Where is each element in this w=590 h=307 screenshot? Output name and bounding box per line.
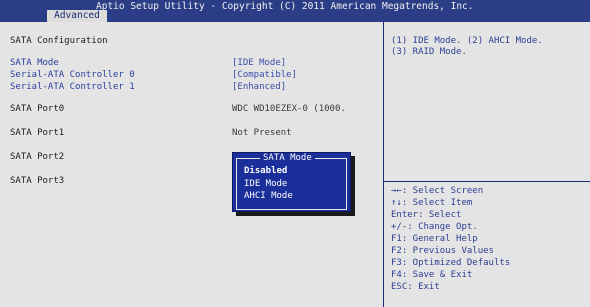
setting-label-controller-0[interactable]: Serial-ATA Controller 0 — [10, 70, 135, 80]
port-label-0: SATA Port0 — [10, 104, 65, 114]
tab-advanced[interactable]: Advanced — [47, 10, 107, 22]
key-help-select-item: ↑↓: Select Item — [391, 198, 473, 208]
port-value-0: WDC WD10EZEX-0 (1000. — [232, 104, 346, 114]
port-value-1: Not Present — [232, 128, 292, 138]
key-help-general-help: F1: General Help — [391, 234, 478, 244]
sata-mode-popup[interactable]: SATA Mode Disabled IDE Mode AHCI Mode — [232, 152, 351, 212]
port-label-3: SATA Port3 — [10, 176, 65, 186]
key-help-save-exit: F4: Save & Exit — [391, 270, 473, 280]
panel-divider-horizontal — [383, 181, 590, 182]
key-help-enter: Enter: Select — [391, 210, 462, 220]
setting-value-sata-mode[interactable]: [IDE Mode] — [232, 58, 286, 68]
setting-label-sata-mode[interactable]: SATA Mode — [10, 58, 59, 68]
panel-divider-vertical — [383, 22, 384, 307]
help-text-line-2: (3) RAID Mode. — [391, 47, 467, 57]
setting-label-controller-1[interactable]: Serial-ATA Controller 1 — [10, 82, 135, 92]
key-help-select-screen: →←: Select Screen — [391, 186, 484, 196]
setting-value-controller-1[interactable]: [Enhanced] — [232, 82, 286, 92]
port-label-1: SATA Port1 — [10, 128, 65, 138]
key-help-change-opt: +/-: Change Opt. — [391, 222, 478, 232]
section-title: SATA Configuration — [10, 36, 108, 46]
popup-option-disabled[interactable]: Disabled — [244, 166, 287, 176]
key-help-previous-values: F2: Previous Values — [391, 246, 494, 256]
help-text-line-1: (1) IDE Mode. (2) AHCI Mode. — [391, 36, 543, 46]
popup-title: SATA Mode — [260, 153, 315, 164]
popup-option-ahci-mode[interactable]: AHCI Mode — [244, 191, 293, 201]
popup-option-ide-mode[interactable]: IDE Mode — [244, 179, 287, 189]
key-help-esc-exit: ESC: Exit — [391, 282, 440, 292]
key-help-optimized-defaults: F3: Optimized Defaults — [391, 258, 511, 268]
app-title: Aptio Setup Utility - Copyright (C) 2011… — [96, 1, 474, 12]
setting-value-controller-0[interactable]: [Compatible] — [232, 70, 297, 80]
port-label-2: SATA Port2 — [10, 152, 65, 162]
popup-frame: SATA Mode Disabled IDE Mode AHCI Mode — [236, 153, 347, 210]
